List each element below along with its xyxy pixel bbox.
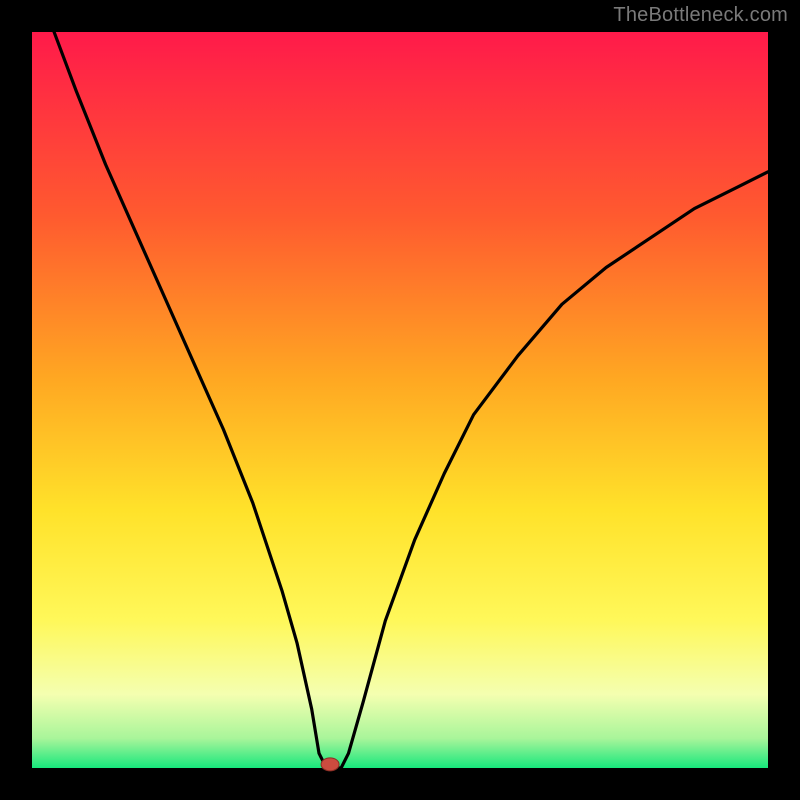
bottleneck-chart (0, 0, 800, 800)
watermark-text: TheBottleneck.com (613, 4, 788, 27)
optimal-point-marker (321, 758, 339, 771)
plot-area (32, 32, 768, 768)
outer-frame: TheBottleneck.com (0, 0, 800, 800)
